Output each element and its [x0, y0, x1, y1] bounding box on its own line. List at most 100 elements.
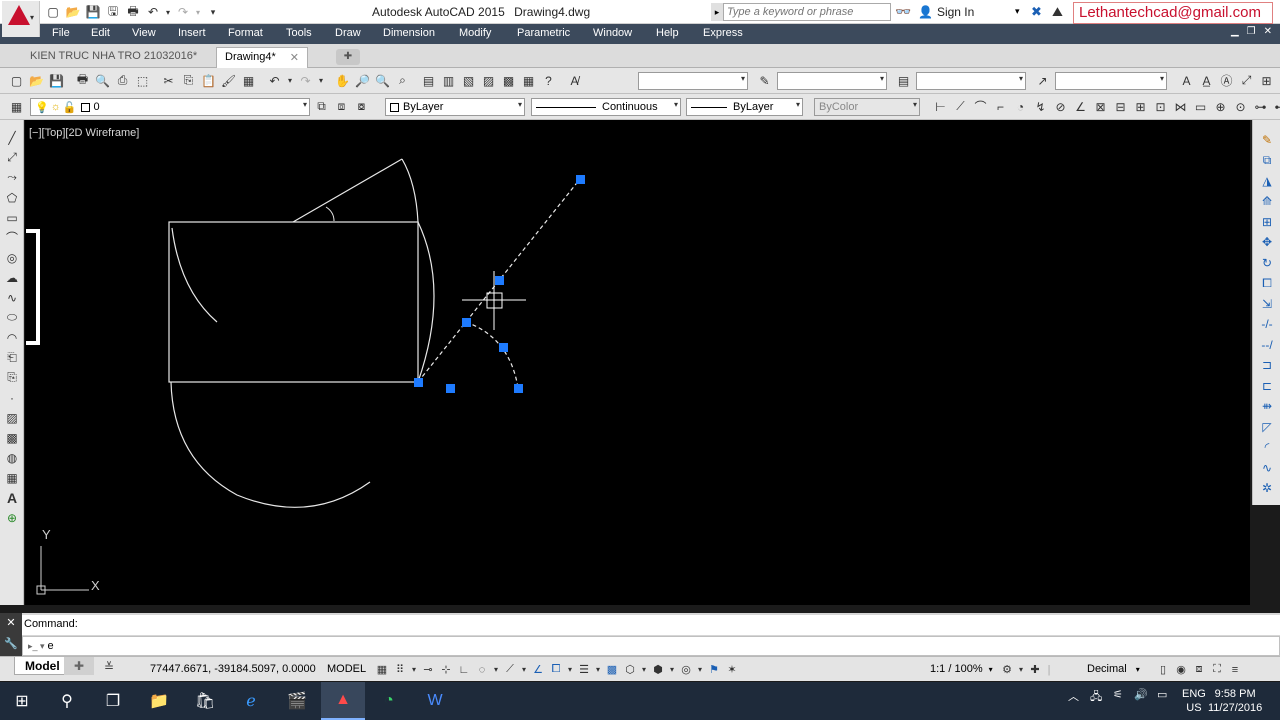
table-style-icon[interactable]: ▤: [895, 72, 912, 89]
search-icon[interactable]: ⚲: [45, 682, 89, 720]
recorder-app-icon[interactable]: ◔: [367, 682, 411, 720]
make-block-icon[interactable]: ⎘: [1, 368, 23, 387]
table-style-dropdown[interactable]: ▾: [916, 72, 1026, 90]
auto-scale-icon[interactable]: ✶: [723, 661, 741, 678]
3d-osnap-dropdown-icon[interactable]: ▾: [667, 661, 677, 678]
linetype-dropdown[interactable]: Continuous ▾: [531, 98, 681, 116]
sync-scale-icon[interactable]: ⤢: [1238, 72, 1255, 89]
polygon-icon[interactable]: ⬠: [1, 188, 23, 207]
object-snap-icon[interactable]: ⧠: [547, 661, 565, 678]
center-mark-icon[interactable]: ⊕: [1212, 98, 1229, 115]
mirror-icon[interactable]: ◮: [1255, 171, 1279, 191]
exchange-icon[interactable]: ✖: [1031, 4, 1042, 20]
hardware-acceleration-icon[interactable]: ⧈: [1190, 661, 1208, 678]
3d-osnap-icon[interactable]: ⬢: [649, 661, 667, 678]
lineweight-toggle-icon[interactable]: ☰: [575, 661, 593, 678]
block-editor-icon[interactable]: ▦: [240, 72, 257, 89]
model-space-button[interactable]: MODEL: [327, 663, 366, 675]
dynamic-ucs-icon[interactable]: ◎: [677, 661, 695, 678]
units-button[interactable]: Decimal ▾: [1087, 663, 1140, 675]
command-close-icon[interactable]: ✕: [0, 613, 22, 634]
language-indicator[interactable]: ENG US: [1182, 687, 1206, 715]
copy-object-icon[interactable]: ⧉: [1255, 151, 1279, 171]
publish-icon[interactable]: ⎙: [114, 72, 131, 89]
redo-icon[interactable]: ↷: [297, 72, 314, 89]
dimension-style-icon[interactable]: ✎: [756, 72, 773, 89]
annotation-visibility-icon[interactable]: ⚑: [705, 661, 723, 678]
fillet-icon[interactable]: ◜: [1255, 438, 1279, 458]
isolate-objects-icon[interactable]: ◉: [1172, 661, 1190, 678]
blend-curves-icon[interactable]: ∿: [1255, 458, 1279, 478]
copy-icon[interactable]: ⎘: [180, 72, 197, 89]
linear-dimension-icon[interactable]: ⊢: [932, 98, 949, 115]
point-icon[interactable]: ·: [1, 388, 23, 407]
multileader-style-icon[interactable]: ↗: [1034, 72, 1051, 89]
arc-length-icon[interactable]: ⌒: [972, 98, 989, 115]
markup-icon[interactable]: ▩: [500, 72, 517, 89]
clock[interactable]: 9:58 PM 11/27/2016: [1208, 687, 1262, 715]
erase-icon[interactable]: ✎: [1255, 130, 1279, 150]
search-box[interactable]: [723, 3, 891, 21]
explode-icon[interactable]: ✲: [1255, 479, 1279, 499]
save-icon[interactable]: 💾: [84, 3, 102, 21]
command-customize-icon[interactable]: 🔧: [0, 634, 22, 655]
open-icon[interactable]: 📂: [28, 72, 45, 89]
minimize-icon[interactable]: ▁: [1231, 26, 1239, 37]
menu-view[interactable]: View: [132, 27, 156, 39]
lineweight-dropdown-icon[interactable]: ▾: [593, 661, 603, 678]
open-file-icon[interactable]: 📂: [64, 3, 82, 21]
add-selected-icon[interactable]: ⊕: [1, 508, 23, 527]
clean-screen-icon[interactable]: ⛶: [1208, 661, 1226, 678]
text-style-icon[interactable]: A̸: [566, 72, 583, 89]
media-app-icon[interactable]: 🎬: [275, 682, 319, 720]
plot-preview-icon[interactable]: 🔍: [94, 72, 111, 89]
radius-dimension-icon[interactable]: ◔: [1012, 98, 1029, 115]
color-dropdown[interactable]: ByLayer ▾: [385, 98, 525, 116]
scale-list-icon[interactable]: ⊞: [1258, 72, 1275, 89]
tolerance-icon[interactable]: ▭: [1192, 98, 1209, 115]
selection-cycling-icon[interactable]: ⬡: [621, 661, 639, 678]
tab-close-icon[interactable]: ✕: [290, 51, 299, 65]
drawing-viewport[interactable]: [−][Top][2D Wireframe] Y X: [25, 120, 1250, 605]
coordinates-display[interactable]: 77447.6671, -39184.5097, 0.0000: [150, 663, 316, 675]
insert-block-icon[interactable]: ⎗: [1, 348, 23, 367]
menu-modify[interactable]: Modify: [459, 27, 491, 39]
a360-icon[interactable]: ⛰: [1052, 4, 1063, 20]
search-expand-icon[interactable]: ▸: [711, 3, 723, 21]
sign-in-button[interactable]: 👤 Sign In: [918, 5, 974, 19]
remove-scale-icon[interactable]: Ⓐ: [1218, 72, 1235, 89]
menu-window[interactable]: Window: [593, 27, 632, 39]
edge-browser-icon[interactable]: ℯ: [229, 682, 273, 720]
make-current-layer-icon[interactable]: ⧉: [313, 98, 330, 115]
annotation-scale-icon[interactable]: A: [1178, 72, 1195, 89]
pan-icon[interactable]: ✋: [334, 72, 351, 89]
quick-properties-icon[interactable]: ▯: [1154, 661, 1172, 678]
line-icon[interactable]: ╱: [1, 128, 23, 147]
diameter-dimension-icon[interactable]: ⊘: [1052, 98, 1069, 115]
jogged-linear-icon[interactable]: ⊶: [1252, 98, 1269, 115]
command-prompt-icon[interactable]: ▸_ ▾: [28, 641, 45, 652]
sheet-set-icon[interactable]: ▨: [480, 72, 497, 89]
file-explorer-icon[interactable]: 📁: [137, 682, 181, 720]
inspection-icon[interactable]: ⊙: [1232, 98, 1249, 115]
save-icon[interactable]: 💾: [48, 72, 65, 89]
properties-icon[interactable]: ▤: [420, 72, 437, 89]
ordinate-dimension-icon[interactable]: ⌐: [992, 98, 1009, 115]
undo-dropdown-icon[interactable]: ▾: [164, 3, 172, 21]
3d-print-icon[interactable]: ⬚: [134, 72, 151, 89]
command-input[interactable]: [47, 640, 1279, 652]
dynamic-input-icon[interactable]: ⊹: [437, 661, 455, 678]
menu-insert[interactable]: Insert: [178, 27, 206, 39]
hatch-icon[interactable]: ▨: [1, 408, 23, 427]
workspace-gear-icon[interactable]: ⚙: [998, 661, 1016, 678]
multileader-style-dropdown[interactable]: ▾: [1055, 72, 1167, 90]
rotate-icon[interactable]: ↻: [1255, 253, 1279, 273]
workspace-dropdown-icon[interactable]: ▾: [1016, 661, 1026, 678]
menu-file[interactable]: File: [52, 27, 70, 39]
save-as-icon[interactable]: 🖫: [104, 3, 122, 21]
plot-icon[interactable]: 🖶: [74, 72, 91, 89]
stretch-icon[interactable]: ⇲: [1255, 294, 1279, 314]
construction-line-icon[interactable]: ⤢: [1, 148, 23, 167]
tab-kien-truc[interactable]: KIEN TRUC NHA TRO 21032016*: [22, 47, 205, 68]
layer-properties-icon[interactable]: ▦: [8, 98, 25, 115]
